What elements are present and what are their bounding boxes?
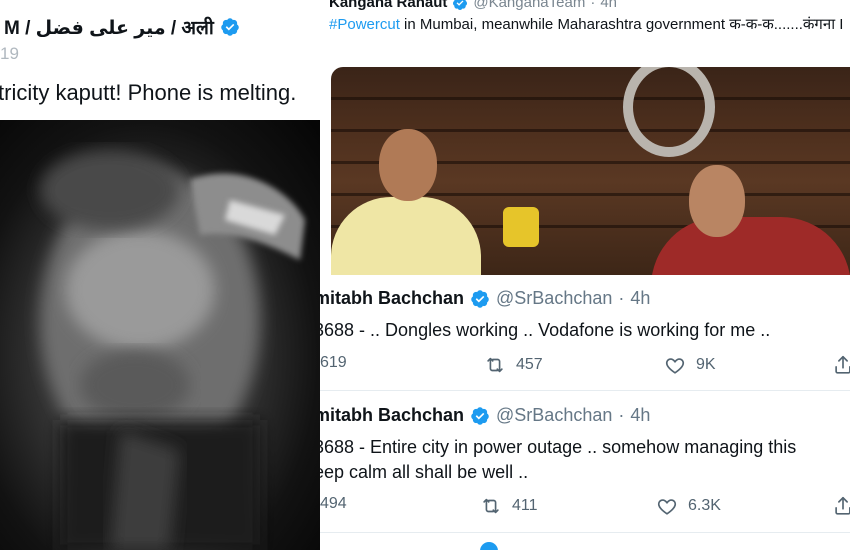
kangana-tweet-body: in Mumbai, meanwhile Maharashtra governm… [399,16,844,33]
person-right-head [689,165,745,237]
like-count: 9K [696,356,716,373]
wall-logo [623,67,715,157]
tweet-text-line: eep calm all shall be well .. [320,462,529,482]
kangana-tweet-text: #Powercut in Mumbai, meanwhile Maharasht… [329,15,849,35]
verified-badge-icon [470,289,490,309]
yellow-toy [503,207,539,247]
tweet-text-line: 3688 - .. Dongles working .. Vodafone is… [320,320,771,340]
blurred-portrait-image [40,150,305,550]
retweet-count: 457 [516,356,543,373]
reply-count: 494 [320,495,347,512]
left-tweet-timestamp[interactable]: 19 [0,44,19,64]
tweet-divider [320,390,850,391]
tweet-separator: · [618,288,625,308]
tweet-header[interactable]: mitabh Bachchan @SrBachchan · 4h [320,405,650,426]
heart-icon [665,358,685,374]
like-button[interactable]: 6.3K [656,495,721,517]
person-left-head [379,129,437,201]
left-tweet-header[interactable]: M / میر علی فضل / अली [4,14,240,40]
verified-badge-icon [220,17,240,37]
verified-badge-icon [470,406,490,426]
kangana-display-name[interactable]: Kangana Ranaut [329,0,447,11]
verified-badge-icon [452,0,468,11]
kangana-tweet-media[interactable] [331,67,850,275]
tweet-actions: 619 457 9K [320,354,850,378]
tweet-display-name[interactable]: mitabh Bachchan [320,288,464,309]
tweet-display-name[interactable]: mitabh Bachchan [320,405,464,426]
retweet-icon [483,498,499,514]
left-tweet-panel: M / میر علی فضل / अली 19 tricity kaputt!… [0,0,320,550]
like-count: 6.3K [688,497,721,514]
tweet-separator: · [618,405,625,425]
kangana-tweet-header[interactable]: Kangana Ranaut @KanganaTeam · 4h [329,0,617,11]
tweet-time[interactable]: 4h [630,405,650,426]
tweet-actions: 494 411 6.3K [320,495,850,519]
kangana-time[interactable]: 4h [600,0,617,11]
right-timeline-panel: Kangana Ranaut @KanganaTeam · 4h #Powerc… [320,0,850,550]
tweet-handle[interactable]: @SrBachchan [496,405,612,426]
retweet-button[interactable]: 457 [484,354,543,376]
left-tweet-text: tricity kaputt! Phone is melting. [0,80,297,105]
share-button[interactable] [832,495,850,517]
tweet-card[interactable]: mitabh Bachchan @SrBachchan · 4h 3688 - … [320,405,850,530]
kangana-separator: · [590,0,596,11]
tweet-handle[interactable]: @SrBachchan [496,288,612,309]
retweet-count: 411 [512,497,538,514]
share-icon [835,496,850,515]
left-tweet-photo[interactable] [0,120,320,550]
left-tweet-display-name[interactable]: M / میر علی فضل / अली [4,14,214,40]
like-button[interactable]: 9K [664,354,716,376]
powercut-hashtag-link[interactable]: #Powercut [329,16,400,33]
wall-slat [331,97,850,100]
reply-count: 619 [320,354,347,371]
tweet-text: 3688 - .. Dongles working .. Vodafone is… [320,318,770,343]
tweet-header[interactable]: mitabh Bachchan @SrBachchan · 4h [320,288,650,309]
heart-icon [657,499,677,515]
next-tweet-avatar[interactable] [480,542,498,550]
tweet-text-line: 3688 - Entire city in power outage .. so… [320,437,797,457]
kangana-handle[interactable]: @KanganaTeam [473,0,585,11]
tweet-divider [320,532,850,533]
tweet-text: 3688 - Entire city in power outage .. so… [320,435,796,485]
retweet-icon [487,357,503,373]
reply-button[interactable]: 619 [320,354,347,372]
share-button[interactable] [832,354,850,376]
retweet-button[interactable]: 411 [480,495,538,517]
share-icon [835,355,850,374]
tweet-time[interactable]: 4h [630,288,650,309]
person-left-shirt [331,197,481,275]
tweet-card[interactable]: mitabh Bachchan @SrBachchan · 4h 3688 - … [320,288,850,388]
reply-button[interactable]: 494 [320,495,347,513]
